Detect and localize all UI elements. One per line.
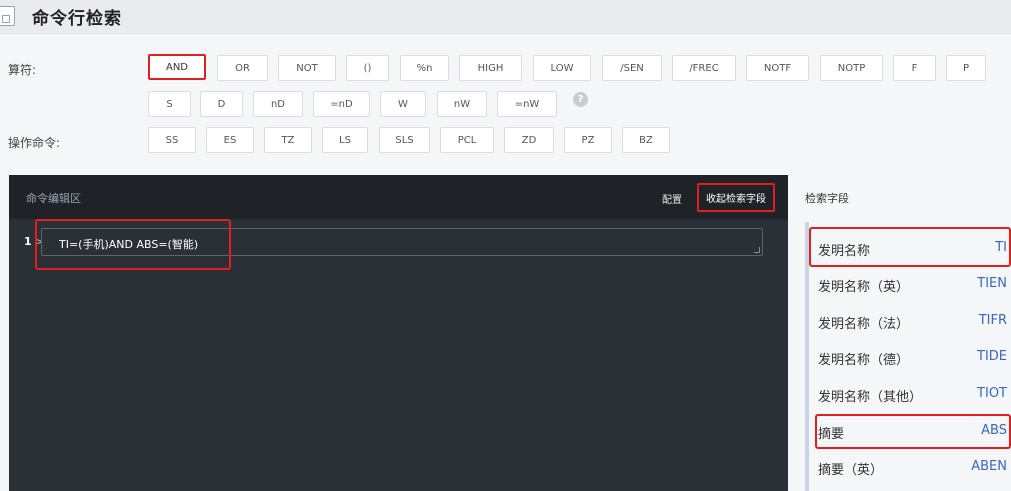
op-notp-button[interactable]: NOTP (820, 55, 883, 81)
cmd-bz-button[interactable]: BZ (622, 127, 670, 153)
op-or-button[interactable]: OR (217, 55, 268, 81)
field-name: 发明名称（英） (818, 280, 910, 295)
editor-title: 命令编辑区 (26, 192, 81, 205)
field-name: 摘要（英） (818, 463, 884, 478)
op-nw-button[interactable]: nW (437, 91, 487, 117)
op-notf-button[interactable]: NOTF (746, 55, 809, 81)
op-eq-nw-button[interactable]: =nW (497, 91, 557, 117)
cmd-es-button[interactable]: ES (206, 127, 254, 153)
commands-label: 操作命令: (8, 136, 61, 150)
fields-title: 检索字段 (805, 192, 849, 205)
op-d-button[interactable]: D (200, 91, 243, 117)
command-highlight-box (35, 219, 231, 270)
cmd-ss-button[interactable]: SS (148, 127, 196, 153)
cmd-zd-button[interactable]: ZD (504, 127, 554, 153)
operators-label: 算符: (8, 63, 37, 77)
resize-handle-icon[interactable] (754, 247, 760, 253)
op-low-button[interactable]: LOW (533, 55, 591, 81)
field-abs-highlight-box (815, 414, 1011, 449)
field-item-aben[interactable]: 摘要（英） ABEN (818, 450, 1011, 486)
collapse-fields-button[interactable]: 收起检索字段 (697, 183, 775, 212)
op-s-button[interactable]: S (148, 91, 191, 117)
op-nd-button[interactable]: nD (253, 91, 303, 117)
cmd-pz-button[interactable]: PZ (564, 127, 612, 153)
op-frec-button[interactable]: /FREC (672, 55, 736, 81)
field-name: 发明名称（法） (818, 317, 910, 332)
field-code: TIDE (977, 349, 1007, 364)
op-sen-button[interactable]: /SEN (602, 55, 662, 81)
op-eq-nd-button[interactable]: =nD (313, 91, 370, 117)
op-and-button[interactable]: AND (148, 54, 206, 80)
op-parentheses-button[interactable]: () (346, 55, 389, 81)
field-item-tide[interactable]: 发明名称（德） TIDE (818, 340, 1011, 376)
field-item-tien[interactable]: 发明名称（英） TIEN (818, 267, 1011, 303)
cmd-tz-button[interactable]: TZ (264, 127, 312, 153)
command-editor: 命令编辑区 配置 收起检索字段 1 TI=(手机)AND ABS=(智能) (9, 175, 788, 491)
config-button[interactable]: 配置 (662, 191, 682, 206)
field-name: 发明名称（其他） (818, 390, 923, 405)
editor-header: 命令编辑区 配置 收起检索字段 (9, 175, 788, 219)
help-icon[interactable]: ? (573, 92, 588, 107)
document-icon (0, 6, 15, 26)
field-code: TIOT (977, 386, 1007, 401)
field-code: TIEN (977, 276, 1007, 291)
cmd-ls-button[interactable]: LS (322, 127, 368, 153)
cmd-sls-button[interactable]: SLS (379, 127, 430, 153)
header-bar: 命令行检索 (0, 0, 1011, 34)
field-code: TIFR (978, 313, 1007, 328)
field-item-tiot[interactable]: 发明名称（其他） TIOT (818, 377, 1011, 413)
op-w-button[interactable]: W (380, 91, 426, 117)
op-not-button[interactable]: NOT (278, 55, 336, 81)
op-p-button[interactable]: P (946, 55, 986, 81)
field-item-tifr[interactable]: 发明名称（法） TIFR (818, 304, 1011, 340)
op-f-button[interactable]: F (893, 55, 936, 81)
field-ti-highlight-box (809, 227, 1011, 267)
op-percent-n-button[interactable]: %n (400, 55, 449, 81)
cmd-pcl-button[interactable]: PCL (440, 127, 494, 153)
op-high-button[interactable]: HIGH (459, 55, 522, 81)
page-title: 命令行检索 (32, 9, 122, 29)
field-name: 发明名称（德） (818, 353, 910, 368)
field-code: ABEN (971, 459, 1007, 474)
